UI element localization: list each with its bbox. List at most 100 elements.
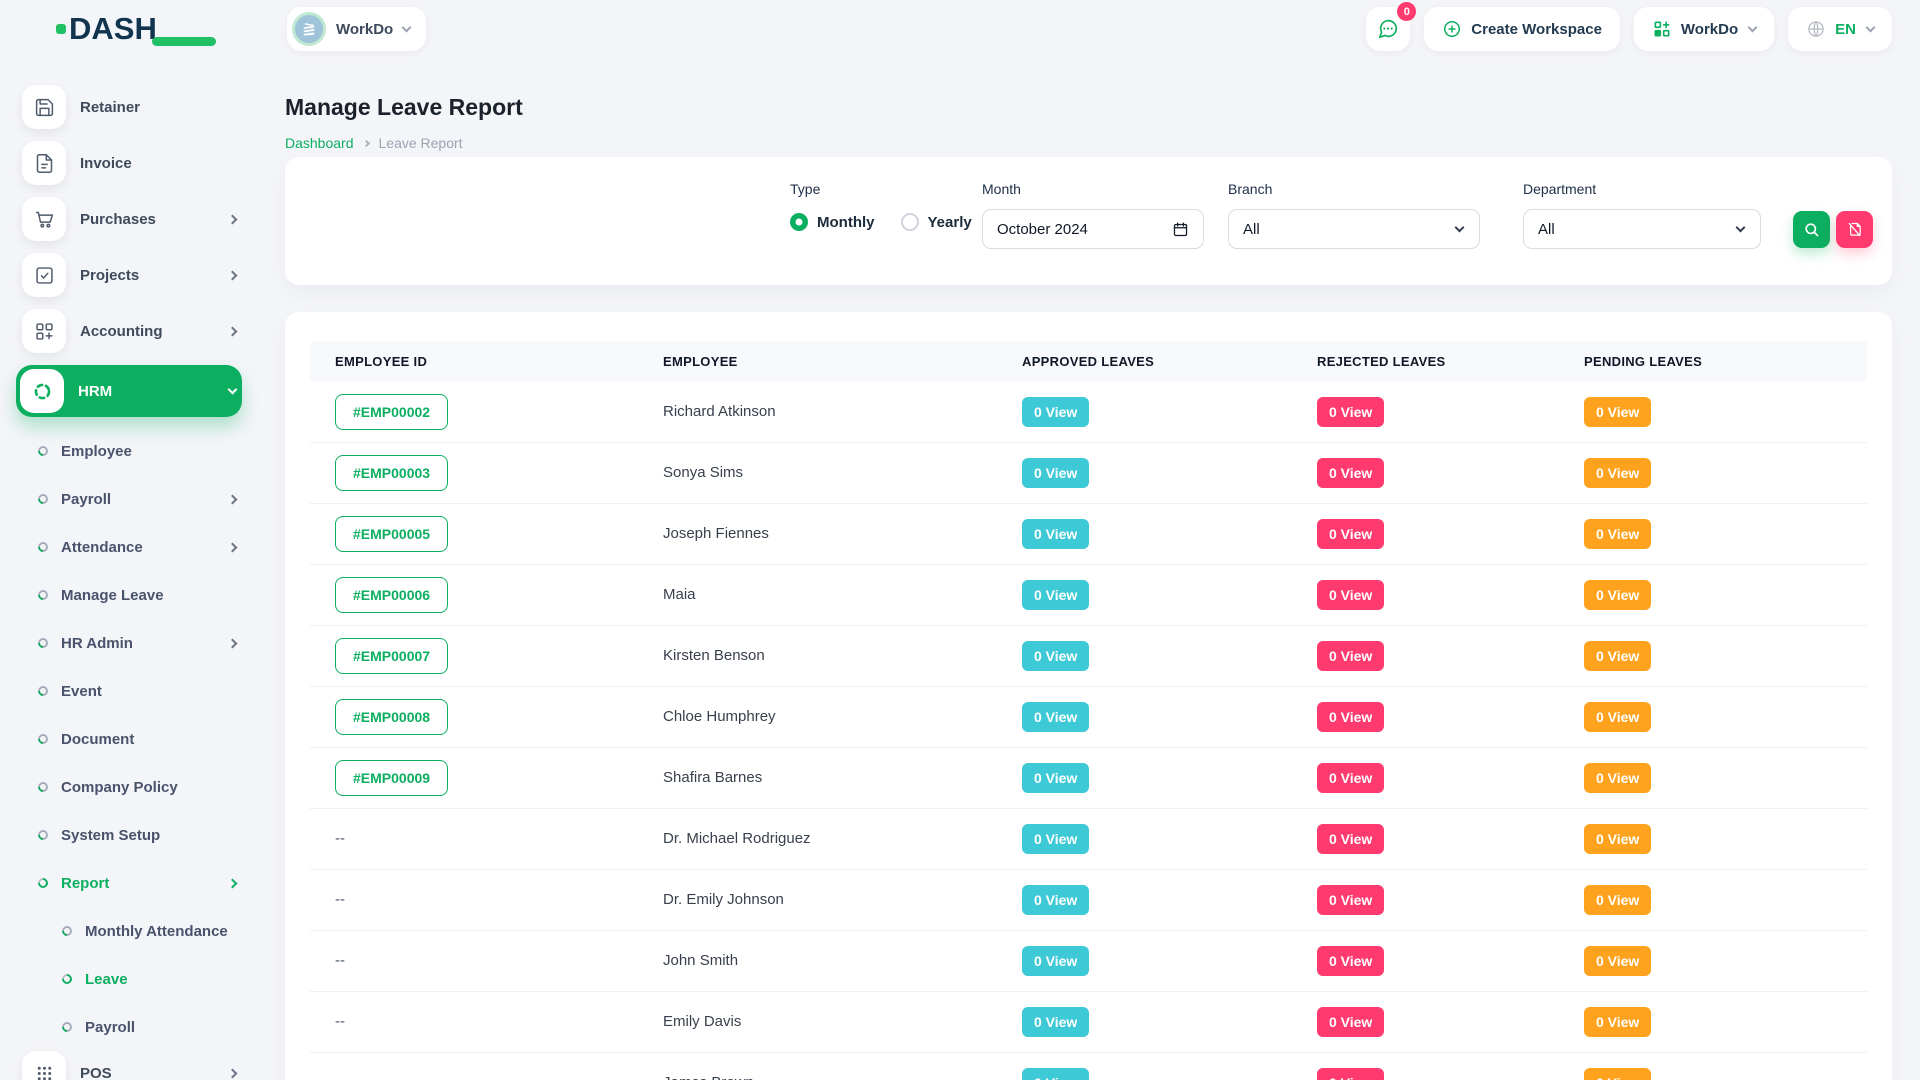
sidebar-subitem-event[interactable]: Event [0, 667, 242, 715]
rejected-leaves-view-badge[interactable]: 0 View [1317, 580, 1384, 610]
sidebar-subitem-payroll[interactable]: Payroll [0, 1003, 242, 1051]
employee-id-badge[interactable]: #EMP00007 [335, 638, 448, 674]
rejected-leaves-view-badge[interactable]: 0 View [1317, 763, 1384, 793]
pending-leaves-view-badge[interactable]: 0 View [1584, 763, 1651, 793]
sidebar-item-purchases[interactable]: Purchases [22, 197, 242, 241]
sidebar-item-retainer[interactable]: Retainer [22, 85, 242, 129]
approved-leaves-view-badge[interactable]: 0 View [1022, 397, 1089, 427]
monthly-radio-option[interactable]: Monthly [790, 213, 875, 231]
bullet-icon [36, 636, 50, 650]
cart-icon [22, 197, 66, 241]
rejected-leaves-view-badge[interactable]: 0 View [1317, 946, 1384, 976]
department-select[interactable]: All [1523, 209, 1761, 249]
pending-leaves-view-badge[interactable]: 0 View [1584, 397, 1651, 427]
approved-leaves-view-badge[interactable]: 0 View [1022, 1068, 1089, 1080]
table-row: --James Brown0 View0 View0 View [310, 1053, 1867, 1080]
invoice-icon [22, 141, 66, 185]
rejected-leaves-view-badge[interactable]: 0 View [1317, 1068, 1384, 1080]
sidebar-subitem-system-setup[interactable]: System Setup [0, 811, 242, 859]
employee-id-empty: -- [335, 830, 345, 847]
sidebar-item-pos[interactable]: POS [22, 1051, 242, 1080]
approved-leaves-view-badge[interactable]: 0 View [1022, 946, 1089, 976]
sidebar-item-accounting[interactable]: Accounting [22, 309, 242, 353]
sidebar-subitem-hr-admin[interactable]: HR Admin [0, 619, 242, 667]
table-row: --John Smith0 View0 View0 View [310, 931, 1867, 992]
column-header-rejected-leaves: REJECTED LEAVES [1292, 354, 1559, 369]
sidebar-subitem-employee[interactable]: Employee [0, 427, 242, 475]
workspace-selector[interactable]: WorkDo [287, 7, 426, 51]
create-workspace-button[interactable]: Create Workspace [1424, 7, 1620, 51]
pending-leaves-view-badge[interactable]: 0 View [1584, 519, 1651, 549]
approved-leaves-view-badge[interactable]: 0 View [1022, 885, 1089, 915]
pending-leaves-view-badge[interactable]: 0 View [1584, 885, 1651, 915]
page-title: Manage Leave Report [285, 94, 1892, 121]
column-header-employee: EMPLOYEE [638, 354, 997, 369]
sidebar-subitem-report[interactable]: Report [0, 859, 242, 907]
rejected-leaves-view-badge[interactable]: 0 View [1317, 641, 1384, 671]
type-filter-group: Type Monthly Yearly [790, 181, 972, 231]
workspace-name: WorkDo [336, 21, 393, 38]
pending-leaves-view-badge[interactable]: 0 View [1584, 946, 1651, 976]
approved-leaves-view-badge[interactable]: 0 View [1022, 702, 1089, 732]
sidebar-subitem-document[interactable]: Document [0, 715, 242, 763]
branch-select[interactable]: All [1228, 209, 1480, 249]
sidebar-subitem-monthly-attendance[interactable]: Monthly Attendance [0, 907, 242, 955]
chevron-right-icon [228, 1068, 238, 1078]
chevron-right-icon [228, 542, 238, 552]
approved-leaves-view-badge[interactable]: 0 View [1022, 1007, 1089, 1037]
approved-leaves-view-badge[interactable]: 0 View [1022, 824, 1089, 854]
sidebar-item-projects[interactable]: Projects [22, 253, 242, 297]
sidebar-item-hrm[interactable]: HRM [16, 365, 242, 417]
breadcrumb-dashboard-link[interactable]: Dashboard [285, 135, 354, 151]
rejected-leaves-view-badge[interactable]: 0 View [1317, 458, 1384, 488]
messages-button[interactable]: 0 [1366, 7, 1410, 51]
bullet-icon [36, 540, 50, 554]
reset-filter-button[interactable] [1836, 211, 1873, 248]
approved-leaves-view-badge[interactable]: 0 View [1022, 641, 1089, 671]
chat-icon [1377, 18, 1399, 40]
approved-leaves-view-badge[interactable]: 0 View [1022, 458, 1089, 488]
pending-leaves-view-badge[interactable]: 0 View [1584, 702, 1651, 732]
rejected-leaves-view-badge[interactable]: 0 View [1317, 397, 1384, 427]
search-button[interactable] [1793, 211, 1830, 248]
employee-id-badge[interactable]: #EMP00009 [335, 760, 448, 796]
search-icon [1803, 221, 1820, 238]
employee-id-badge[interactable]: #EMP00008 [335, 699, 448, 735]
dash-logo[interactable]: DASH [56, 13, 157, 44]
pending-leaves-view-badge[interactable]: 0 View [1584, 458, 1651, 488]
pending-leaves-view-badge[interactable]: 0 View [1584, 1007, 1651, 1037]
yearly-radio-option[interactable]: Yearly [901, 213, 972, 231]
rejected-leaves-view-badge[interactable]: 0 View [1317, 885, 1384, 915]
rejected-leaves-view-badge[interactable]: 0 View [1317, 702, 1384, 732]
bullet-icon [36, 828, 50, 842]
filter-card: Type Monthly Yearly Month October 2024 B… [285, 157, 1892, 285]
accounting-icon [22, 309, 66, 353]
month-date-input[interactable]: October 2024 [982, 209, 1204, 249]
branch-label: Branch [1228, 181, 1480, 197]
pending-leaves-view-badge[interactable]: 0 View [1584, 824, 1651, 854]
globe-icon [1806, 19, 1826, 39]
employee-id-badge[interactable]: #EMP00002 [335, 394, 448, 430]
sidebar-subitem-leave[interactable]: Leave [0, 955, 242, 1003]
rejected-leaves-view-badge[interactable]: 0 View [1317, 519, 1384, 549]
app-switcher-button[interactable]: WorkDo [1634, 7, 1774, 51]
sidebar-subitem-manage-leave[interactable]: Manage Leave [0, 571, 242, 619]
approved-leaves-view-badge[interactable]: 0 View [1022, 519, 1089, 549]
pending-leaves-view-badge[interactable]: 0 View [1584, 580, 1651, 610]
sidebar-subitem-attendance[interactable]: Attendance [0, 523, 242, 571]
employee-id-badge[interactable]: #EMP00005 [335, 516, 448, 552]
sidebar-subitem-payroll[interactable]: Payroll [0, 475, 242, 523]
employee-id-badge[interactable]: #EMP00006 [335, 577, 448, 613]
pending-leaves-view-badge[interactable]: 0 View [1584, 641, 1651, 671]
hrm-icon [20, 369, 64, 413]
employee-id-badge[interactable]: #EMP00003 [335, 455, 448, 491]
pending-leaves-view-badge[interactable]: 0 View [1584, 1068, 1651, 1080]
rejected-leaves-view-badge[interactable]: 0 View [1317, 824, 1384, 854]
approved-leaves-view-badge[interactable]: 0 View [1022, 580, 1089, 610]
rejected-leaves-view-badge[interactable]: 0 View [1317, 1007, 1384, 1037]
table-row: #EMP00009Shafira Barnes0 View0 View0 Vie… [310, 748, 1867, 809]
sidebar-item-invoice[interactable]: Invoice [22, 141, 242, 185]
sidebar-subitem-company-policy[interactable]: Company Policy [0, 763, 242, 811]
approved-leaves-view-badge[interactable]: 0 View [1022, 763, 1089, 793]
language-button[interactable]: EN [1788, 7, 1892, 51]
